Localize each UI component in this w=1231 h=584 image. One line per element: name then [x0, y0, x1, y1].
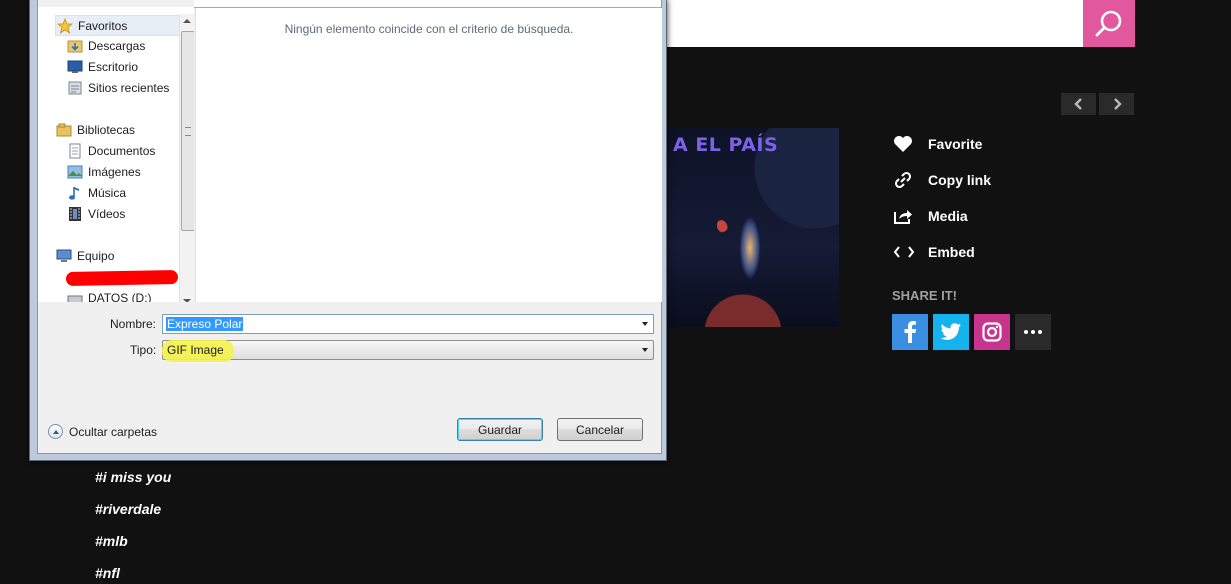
recent-places-icon [66, 80, 83, 96]
dialog-body: Favoritos Descargas Escritorio Sitios re… [37, 0, 662, 454]
nav-item-label: Descargas [88, 38, 146, 53]
tag-link[interactable]: #mlb [95, 533, 128, 549]
nav-item-label: Documentos [88, 143, 156, 158]
computer-icon [55, 248, 72, 264]
next-button[interactable] [1099, 93, 1134, 115]
twitter-share-button[interactable] [933, 314, 969, 350]
copy-link-label: Copy link [928, 172, 992, 188]
gif-ship [714, 218, 730, 234]
libraries-icon [55, 122, 72, 138]
tag-link[interactable]: #nfl [95, 565, 120, 581]
nav-item-favorites[interactable]: Favoritos [55, 15, 194, 36]
nav-item-label: Vídeos [88, 206, 126, 221]
nav-item-drive-d[interactable]: DATOS (D:) [66, 288, 152, 302]
nav-item-label: Escritorio [88, 59, 139, 74]
embed-icon [893, 241, 917, 263]
nav-item-images[interactable]: Imágenes [66, 162, 141, 181]
more-share-button[interactable] [1015, 314, 1051, 350]
file-name-value: Expreso Polar [166, 317, 244, 331]
instagram-share-button[interactable] [974, 314, 1010, 350]
nav-item-label: Sitios recientes [88, 80, 170, 95]
file-list[interactable]: Ningún elemento coincide con el criterio… [195, 8, 662, 302]
scroll-grip [185, 127, 191, 136]
save-dialog: Favoritos Descargas Escritorio Sitios re… [29, 0, 667, 461]
tag-link[interactable]: #i miss you [95, 469, 171, 485]
nav-item-documents[interactable]: Documentos [66, 141, 155, 160]
chevron-down-icon[interactable] [642, 322, 648, 326]
nav-item-label: Imágenes [88, 164, 141, 179]
file-type-value: GIF Image [167, 343, 224, 357]
more-icon [1024, 330, 1042, 334]
search-bar[interactable] [660, 0, 1084, 47]
cancel-button[interactable]: Cancelar [557, 418, 643, 441]
search-icon [1095, 10, 1122, 36]
desktop-icon [66, 59, 83, 75]
share-title: SHARE IT! [892, 288, 957, 303]
nav-item-label: Bibliotecas [77, 122, 136, 137]
chevron-down-icon[interactable] [642, 348, 648, 352]
downloads-folder-icon [66, 38, 83, 54]
previous-button[interactable] [1061, 93, 1096, 115]
twitter-icon [940, 323, 961, 340]
nav-item-libraries[interactable]: Bibliotecas [55, 120, 135, 139]
copy-link-button[interactable]: Copy link [893, 169, 991, 191]
dialog-toolbar-edge [194, 0, 661, 8]
nav-item-label: Favoritos [78, 18, 128, 33]
nav-item-recent[interactable]: Sitios recientes [66, 78, 169, 97]
embed-label: Embed [928, 244, 975, 260]
link-icon [893, 169, 917, 191]
nav-scrollbar[interactable] [179, 14, 194, 302]
tag-link[interactable]: #riverdale [95, 501, 161, 517]
documents-icon [66, 143, 83, 159]
save-button[interactable]: Guardar [457, 418, 543, 441]
images-icon [66, 164, 83, 180]
redaction-mark [65, 270, 179, 286]
hide-folders-toggle[interactable]: Ocultar carpetas [48, 424, 157, 439]
share-media-icon [893, 205, 917, 227]
gif-image[interactable]: A EL PAÍS [665, 128, 839, 327]
drive-icon [66, 290, 83, 302]
chevron-left-icon [1073, 98, 1082, 110]
star-icon [56, 17, 73, 34]
hide-folders-label: Ocultar carpetas [69, 424, 158, 439]
favorite-button[interactable]: Favorite [893, 133, 982, 155]
search-button[interactable] [1083, 0, 1135, 47]
nav-item-music[interactable]: Música [66, 183, 126, 202]
nav-item-computer[interactable]: Equipo [55, 246, 114, 265]
nav-item-label: DATOS (D:) [88, 290, 152, 303]
empty-message: Ningún elemento coincide con el criterio… [284, 22, 574, 36]
facebook-icon [904, 321, 916, 343]
heart-icon [893, 133, 917, 155]
embed-button[interactable]: Embed [893, 241, 975, 263]
chevron-right-icon [1113, 98, 1122, 110]
nav-item-desktop[interactable]: Escritorio [66, 57, 138, 76]
scroll-down-arrow[interactable] [183, 299, 191, 302]
media-button[interactable]: Media [893, 205, 968, 227]
instagram-icon [982, 322, 1002, 342]
facebook-share-button[interactable] [892, 314, 928, 350]
file-name-input[interactable]: Expreso Polar [162, 314, 654, 334]
videos-icon [66, 206, 83, 222]
nav-item-label: Equipo [77, 248, 115, 263]
scroll-thumb[interactable] [181, 31, 194, 231]
nav-item-label: Música [88, 185, 127, 200]
music-icon [66, 185, 83, 201]
gif-caption: A EL PAÍS [673, 134, 779, 156]
nav-item-downloads[interactable]: Descargas [66, 36, 145, 55]
nav-item-videos[interactable]: Vídeos [66, 204, 125, 223]
media-label: Media [928, 208, 968, 224]
file-type-select[interactable]: GIF Image [162, 340, 654, 362]
scroll-up-arrow[interactable] [183, 19, 191, 23]
collapse-icon [48, 424, 63, 439]
file-name-label: Nombre: [110, 317, 157, 331]
file-type-label: Tipo: [130, 343, 157, 357]
navigation-pane[interactable]: Favoritos Descargas Escritorio Sitios re… [38, 7, 194, 302]
favorite-label: Favorite [928, 136, 983, 152]
